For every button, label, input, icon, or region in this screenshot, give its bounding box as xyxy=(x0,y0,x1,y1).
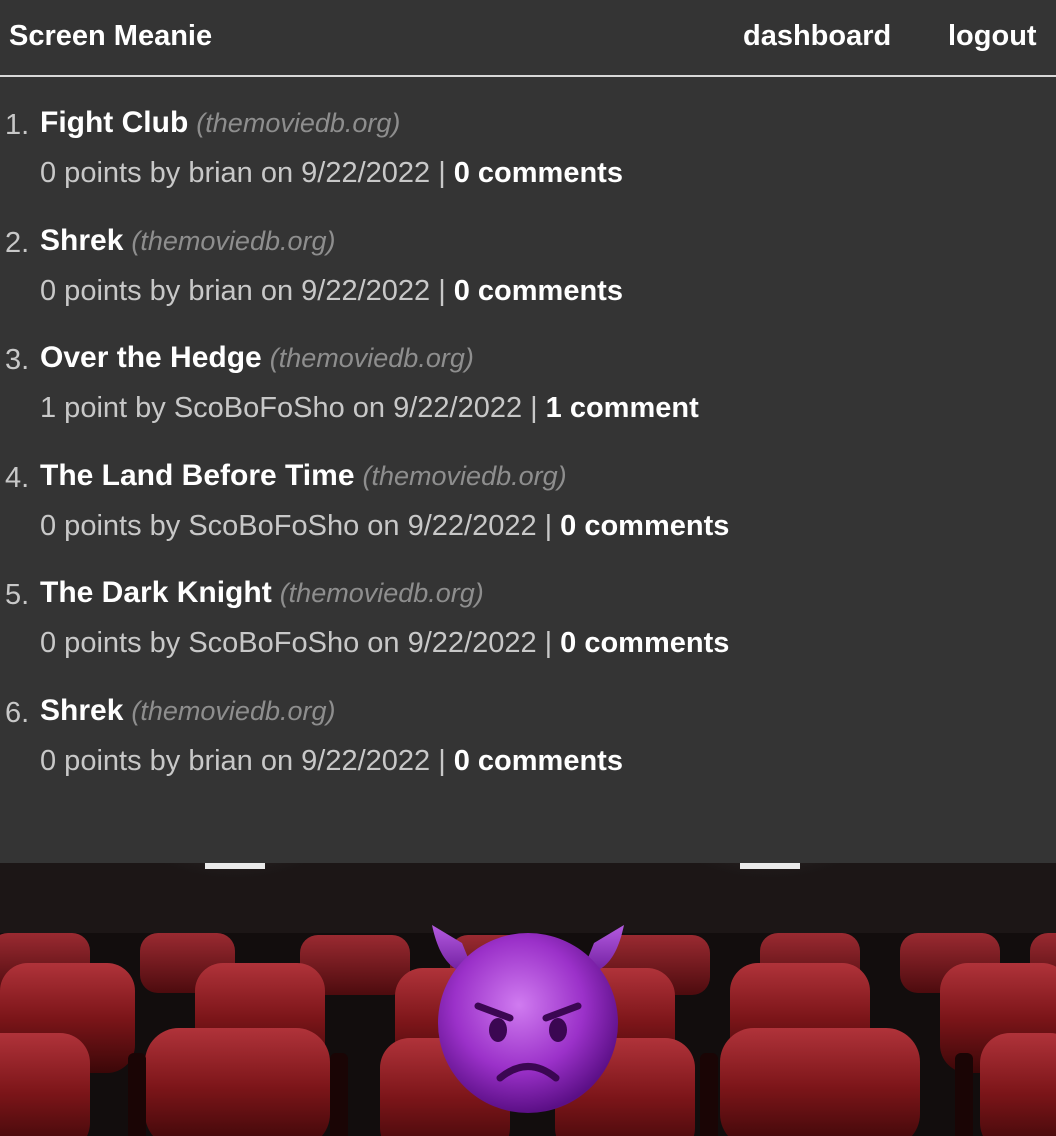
post-meta-line: 0 points by ScoBoFoSho on 9/22/2022 | 0 co… xyxy=(40,625,729,661)
post-meta-line: 0 points by brian on 9/22/2022 | 0 comment… xyxy=(40,273,623,309)
brand-link[interactable]: Screen Meanie xyxy=(9,18,212,54)
post-list: 1. Fight Club (themoviedb.org) 0 points b… xyxy=(0,77,1056,782)
post-comments-link[interactable]: 0 comments xyxy=(454,157,623,189)
post-domain: (themoviedb.org) xyxy=(269,343,474,373)
site-header: Screen Meanie dashboard logout xyxy=(0,0,1056,77)
post-title-link[interactable]: Shrek xyxy=(40,224,123,257)
post-meta: 0 points by ScoBoFoSho on 9/22/2022 xyxy=(40,627,537,659)
post-title-line: Fight Club (themoviedb.org) xyxy=(40,105,400,146)
list-item: 3. Over the Hedge (themoviedb.org) 1 poin… xyxy=(0,312,1056,430)
post-rank: 2. xyxy=(5,226,30,259)
list-item: 2. Shrek (themoviedb.org) 0 points by bri… xyxy=(0,195,1056,313)
post-title-line: The Dark Knight (themoviedb.org) xyxy=(40,575,484,616)
meta-separator: | xyxy=(544,509,553,542)
nav-dashboard-link[interactable]: dashboard xyxy=(743,18,891,54)
post-meta: 0 points by brian on 9/22/2022 xyxy=(40,157,431,189)
list-item: 6. Shrek (themoviedb.org) 0 points by bri… xyxy=(0,665,1056,783)
post-domain: (themoviedb.org) xyxy=(279,578,484,608)
list-item: 5. The Dark Knight (themoviedb.org) 0 poi… xyxy=(0,547,1056,665)
post-comments-link[interactable]: 0 comments xyxy=(454,275,623,307)
meta-separator: | xyxy=(438,157,446,189)
post-domain: (themoviedb.org) xyxy=(131,695,336,726)
post-title-link[interactable]: The Dark Knight xyxy=(40,576,272,609)
post-comments-link[interactable]: 0 comments xyxy=(560,510,729,542)
footer-banner xyxy=(0,863,1056,1136)
post-rank: 1. xyxy=(5,109,30,141)
post-rank: 3. xyxy=(5,344,30,376)
post-comments-link[interactable]: 0 comments xyxy=(560,627,729,659)
meta-separator: | xyxy=(544,627,553,659)
post-title-link[interactable]: Shrek xyxy=(40,694,123,727)
post-domain: (themoviedb.org) xyxy=(131,225,336,256)
post-comments-link[interactable]: 1 comment xyxy=(546,392,699,424)
list-item: 1. Fight Club (themoviedb.org) 0 points b… xyxy=(0,77,1056,195)
post-title-line: Shrek (themoviedb.org) xyxy=(40,693,336,734)
post-meta-line: 0 points by brian on 9/22/2022 | 0 comment… xyxy=(40,743,623,779)
post-domain: (themoviedb.org) xyxy=(362,460,567,491)
meta-separator: | xyxy=(530,392,538,424)
meta-separator: | xyxy=(438,744,446,777)
post-title-line: Over the Hedge (themoviedb.org) xyxy=(40,340,474,381)
post-title-link[interactable]: Fight Club xyxy=(40,106,188,139)
post-domain: (themoviedb.org) xyxy=(196,108,401,138)
post-title-line: The Land Before Time (themoviedb.org) xyxy=(40,458,567,499)
post-title-link[interactable]: Over the Hedge xyxy=(40,341,262,374)
theater-seats-image xyxy=(0,863,1056,1136)
post-meta: 0 points by brian on 9/22/2022 xyxy=(40,274,431,307)
post-rank: 5. xyxy=(5,579,30,611)
post-rank: 6. xyxy=(5,696,30,729)
list-item: 4. The Land Before Time (themoviedb.org) … xyxy=(0,430,1056,548)
post-meta: 0 points by ScoBoFoSho on 9/22/2022 xyxy=(40,509,537,542)
post-meta: 0 points by brian on 9/22/2022 xyxy=(40,744,431,777)
meta-separator: | xyxy=(438,274,446,307)
nav-logout-link[interactable]: logout xyxy=(948,18,1037,54)
post-meta: 1 point by ScoBoFoSho on 9/22/2022 xyxy=(40,392,523,424)
post-meta-line: 0 points by brian on 9/22/2022 | 0 comment… xyxy=(40,155,623,191)
post-title-link[interactable]: The Land Before Time xyxy=(40,459,355,492)
post-meta-line: 0 points by ScoBoFoSho on 9/22/2022 | 0 co… xyxy=(40,508,729,544)
post-title-line: Shrek (themoviedb.org) xyxy=(40,223,336,264)
post-comments-link[interactable]: 0 comments xyxy=(454,745,623,777)
post-meta-line: 1 point by ScoBoFoSho on 9/22/2022 | 1 com… xyxy=(40,390,699,426)
post-rank: 4. xyxy=(5,461,30,494)
